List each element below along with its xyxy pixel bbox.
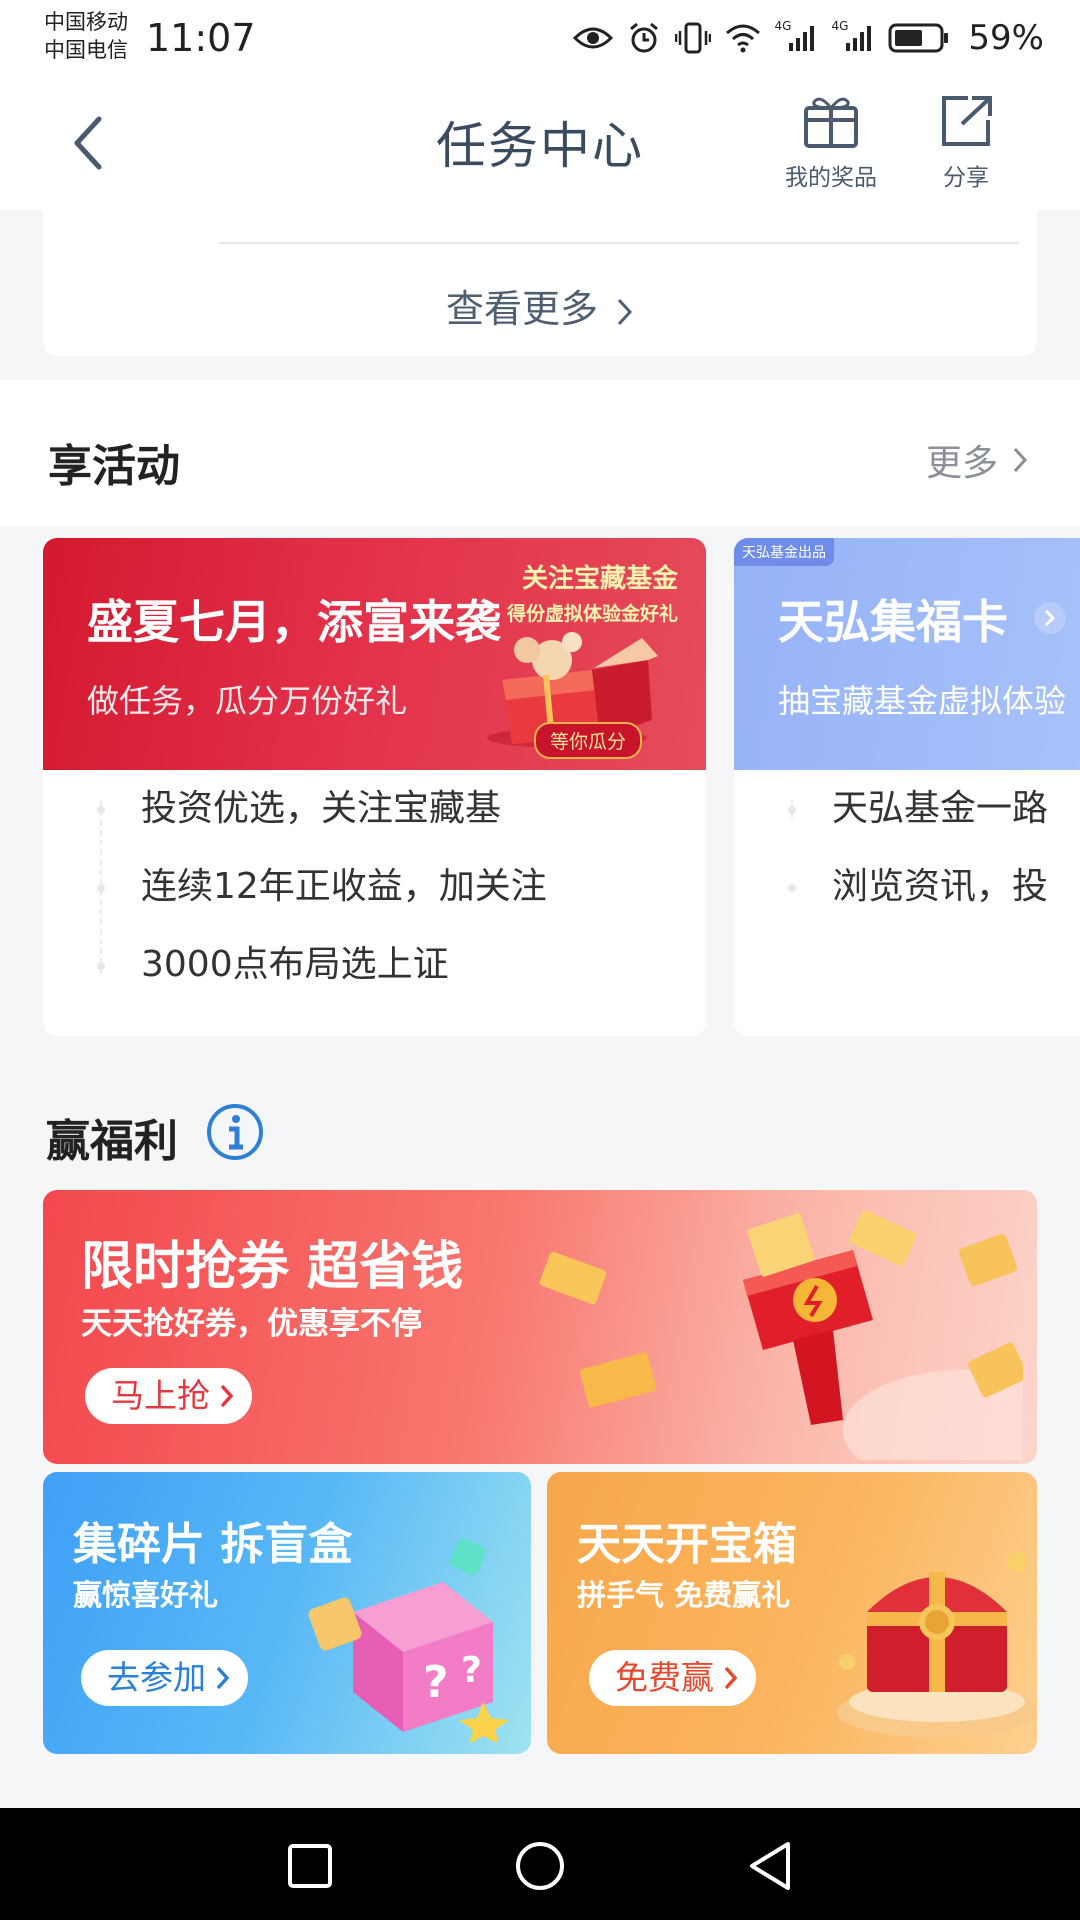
system-back-button[interactable] xyxy=(744,1840,796,1892)
promo-subtitle: 天天抢好券，优惠享不停 xyxy=(81,1306,422,1342)
bullet-dot xyxy=(788,806,796,814)
promo-title: 限时抢券 超省钱 xyxy=(81,1237,464,1297)
promo-subtitle: 赢惊喜好礼 xyxy=(73,1578,219,1612)
status-icons: 4G 4G 59% xyxy=(572,16,1044,60)
banner-subtitle: 抽宝藏基金虚拟体验 xyxy=(778,682,1067,720)
chevron-right-icon xyxy=(1013,447,1028,473)
list-item[interactable]: 3000点布局选上证 xyxy=(43,926,706,1004)
list-item-label: 天弘基金一路 xyxy=(832,788,1049,829)
promo-title: 天天开宝箱 xyxy=(577,1519,797,1570)
list-item-label: 3000点布局选上证 xyxy=(141,944,449,985)
task-list-card: 查看更多 xyxy=(43,210,1037,356)
share-icon xyxy=(942,96,992,146)
treasure-chest-illustration xyxy=(837,1552,1037,1738)
activities-header: 享活动 更多 xyxy=(0,380,1080,526)
system-navigation-bar xyxy=(0,1808,1080,1920)
promo-subtitle: 拼手气 免费赢礼 xyxy=(577,1578,791,1612)
alarm-icon xyxy=(627,21,661,55)
battery-percent: 59% xyxy=(968,18,1044,58)
activity-banner[interactable]: 盛夏七月，添富来袭 做任务，瓜分万份好礼 关注宝藏基金 得份虚拟体验金好礼 等你… xyxy=(43,538,706,770)
blind-box-promo-card[interactable]: 集碎片 拆盲盒 赢惊喜好礼 去参加 ? ? xyxy=(43,1472,531,1754)
grab-now-label: 马上抢 xyxy=(111,1376,210,1415)
my-prizes-label: 我的奖品 xyxy=(785,165,877,191)
list-item-label: 投资优选，关注宝藏基 xyxy=(141,788,502,829)
chevron-right-icon xyxy=(220,1384,234,1408)
share-button[interactable]: 分享 xyxy=(906,94,1026,192)
activity-banner[interactable]: 天弘基金出品 天弘集福卡 抽宝藏基金虚拟体验 xyxy=(734,538,1080,770)
signal-icon-2: 4G xyxy=(831,19,874,53)
svg-text:?: ? xyxy=(461,1650,482,1691)
list-item[interactable]: 浏览资讯，投 xyxy=(734,848,1080,926)
chevron-right-icon xyxy=(1034,602,1066,634)
section-title-activities: 享活动 xyxy=(48,441,180,492)
wifi-icon xyxy=(725,23,761,53)
activity-card[interactable]: 天弘基金出品 天弘集福卡 抽宝藏基金虚拟体验 天弘基金一路 浏览资讯，投 xyxy=(734,538,1080,1036)
network-type-2: 4G xyxy=(831,19,849,33)
more-label: 更多 xyxy=(925,443,998,484)
bullet-dot xyxy=(97,962,105,970)
banner-title: 天弘集福卡 xyxy=(778,595,1008,649)
activity-list: 天弘基金一路 浏览资讯，投 xyxy=(734,770,1080,926)
share-badge: 等你瓜分 xyxy=(533,722,642,759)
section-title-welfare: 赢福利 xyxy=(46,1116,178,1167)
header-bar: 任务中心 我的奖品 分享 xyxy=(0,76,1080,210)
banner-side-line-1: 关注宝藏基金 xyxy=(521,564,678,594)
chevron-right-icon xyxy=(724,1666,738,1690)
battery-icon xyxy=(888,22,950,54)
chevron-right-icon xyxy=(216,1666,230,1690)
my-prizes-button[interactable]: 我的奖品 xyxy=(771,94,891,192)
more-activities-link[interactable]: 更多 xyxy=(926,434,1028,486)
grab-now-button[interactable]: 马上抢 xyxy=(85,1368,252,1424)
chevron-right-icon xyxy=(617,298,633,325)
square-icon xyxy=(288,1844,332,1888)
list-item[interactable]: 天弘基金一路 xyxy=(734,770,1080,848)
vibrate-icon xyxy=(674,21,711,55)
share-label: 分享 xyxy=(943,165,989,191)
see-more-link[interactable]: 查看更多 xyxy=(43,278,1037,333)
producer-tag: 天弘基金出品 xyxy=(734,538,834,566)
join-label: 去参加 xyxy=(107,1658,206,1697)
list-item-label: 连续12年正收益，加关注 xyxy=(141,866,547,907)
info-icon[interactable] xyxy=(205,1102,265,1166)
activity-card[interactable]: 盛夏七月，添富来袭 做任务，瓜分万份好礼 关注宝藏基金 得份虚拟体验金好礼 等你… xyxy=(43,538,706,1036)
recent-apps-button[interactable] xyxy=(284,1840,336,1892)
gift-icon xyxy=(804,97,858,148)
svg-text:?: ? xyxy=(423,1657,449,1708)
free-win-button[interactable]: 免费赢 xyxy=(589,1650,756,1706)
carrier-1: 中国移动 xyxy=(44,10,128,34)
join-button[interactable]: 去参加 xyxy=(81,1650,248,1706)
list-item[interactable]: 投资优选，关注宝藏基 xyxy=(43,770,706,848)
banner-side-text: 关注宝藏基金 得份虚拟体验金好礼 xyxy=(507,558,678,626)
signal-icon-1: 4G xyxy=(775,19,818,53)
home-button[interactable] xyxy=(514,1840,566,1892)
triangle-back-icon xyxy=(750,1842,790,1890)
eye-icon xyxy=(572,23,613,53)
activity-list: 投资优选，关注宝藏基 连续12年正收益，加关注 3000点布局选上证 xyxy=(43,770,706,1004)
circle-icon xyxy=(516,1842,564,1890)
coupon-promo-banner[interactable]: 限时抢券 超省钱 天天抢好券，优惠享不停 马上抢 xyxy=(43,1190,1037,1464)
carrier-2: 中国电信 xyxy=(44,38,128,62)
treasure-box-promo-card[interactable]: 天天开宝箱 拼手气 免费赢礼 免费赢 xyxy=(547,1472,1037,1754)
see-more-label: 查看更多 xyxy=(445,287,598,331)
bullet-dot xyxy=(788,884,796,892)
bullet-dot xyxy=(97,806,105,814)
coupon-gun-illustration xyxy=(539,1210,1023,1460)
banner-title: 盛夏七月，添富来袭 xyxy=(87,595,501,649)
list-item[interactable]: 连续12年正收益，加关注 xyxy=(43,848,706,926)
status-time: 11:07 xyxy=(146,16,256,60)
free-win-label: 免费赢 xyxy=(615,1658,714,1697)
list-item-label: 浏览资讯，投 xyxy=(832,866,1049,907)
status-bar: 中国移动 中国电信 11:07 4G 4G 59% xyxy=(0,0,1080,76)
bullet-dot xyxy=(97,884,105,892)
blind-box-illustration: ? ? xyxy=(308,1538,509,1742)
network-type-1: 4G xyxy=(774,19,792,33)
divider xyxy=(219,242,1019,244)
banner-subtitle: 做任务，瓜分万份好礼 xyxy=(87,682,408,720)
carrier-names: 中国移动 中国电信 xyxy=(44,8,128,64)
